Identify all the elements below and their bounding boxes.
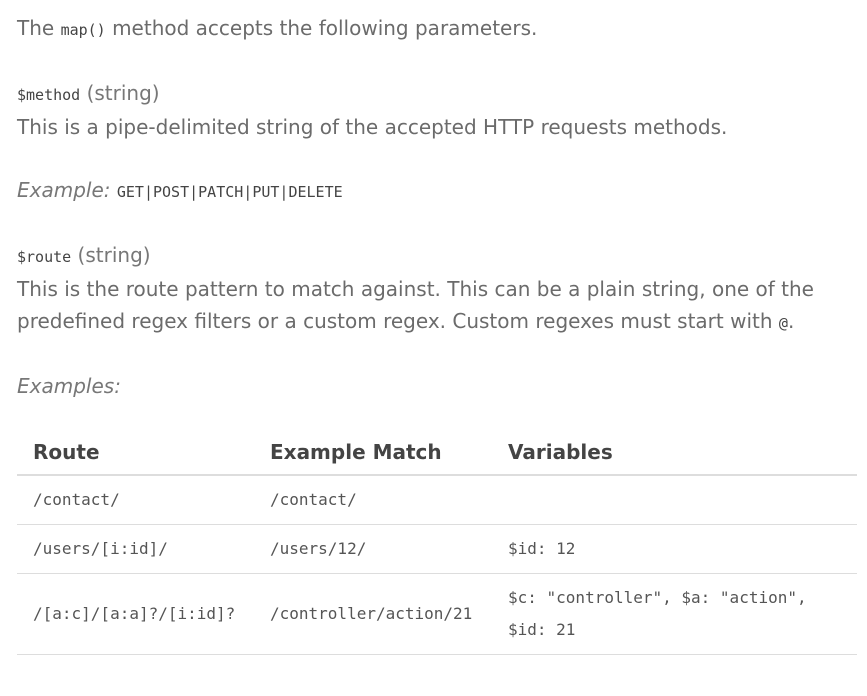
table-cell-example-match: /contact/ [254,475,492,525]
param-method-heading: $method (string) [17,77,857,111]
table-cell-route: /[a:c]/[a:a]?/[i:id]? [17,573,254,655]
table-cell-example-match: /controller/action/21 [254,573,492,655]
table-cell-variables: $c: "controller", $a: "action", $id: 21 [492,573,857,655]
param-method-description: This is a pipe-delimited string of the a… [17,115,728,139]
table-cell-route: /contact/ [17,475,254,525]
table-cell-example-match: /users/12/ [254,524,492,574]
table-cell-route: /users/[i:id]/ [17,524,254,574]
table-row: /users/[i:id]/ /users/12/ $id: 12 [17,524,857,574]
table-cell-variables [492,475,857,525]
examples-table: Route Example Match Variables /contact/ … [17,422,857,655]
table-row: /[a:c]/[a:a]?/[i:id]? /controller/action… [17,573,857,655]
param-method-name: $method [17,86,81,104]
param-method-type: (string) [86,81,160,105]
table-header-row: Route Example Match Variables [17,422,857,476]
intro-text-end: method accepts the following parameters. [105,16,538,40]
intro-code: map() [60,21,106,39]
intro-paragraph: The map() method accepts the following p… [17,12,857,46]
param-method-example: Example: GET|POST|PATCH|PUT|DELETE [17,174,857,208]
param-route-description-code: @ [778,314,788,332]
table-cell-variables: $id: 12 [492,524,857,574]
param-method: $method (string) This is a pipe-delimite… [17,77,857,208]
param-route-heading: $route (string) [17,239,857,273]
param-route-type: (string) [77,243,151,267]
column-header-route: Route [17,422,254,476]
param-route-name: $route [17,248,72,266]
column-header-variables: Variables [492,422,857,476]
example-label: Example: [17,178,111,202]
param-route-description-end: . [787,309,795,333]
table-row: /contact/ /contact/ [17,475,857,525]
param-route-description: This is the route pattern to match again… [17,273,857,339]
param-route: $route (string) This is the route patter… [17,239,857,339]
example-value: GET|POST|PATCH|PUT|DELETE [116,183,343,201]
examples-label: Examples: [17,374,121,398]
intro-text-start: The [17,16,61,40]
document-body: The map() method accepts the following p… [0,0,857,655]
param-route-description-text: This is the route pattern to match again… [17,277,814,333]
column-header-example-match: Example Match [254,422,492,476]
